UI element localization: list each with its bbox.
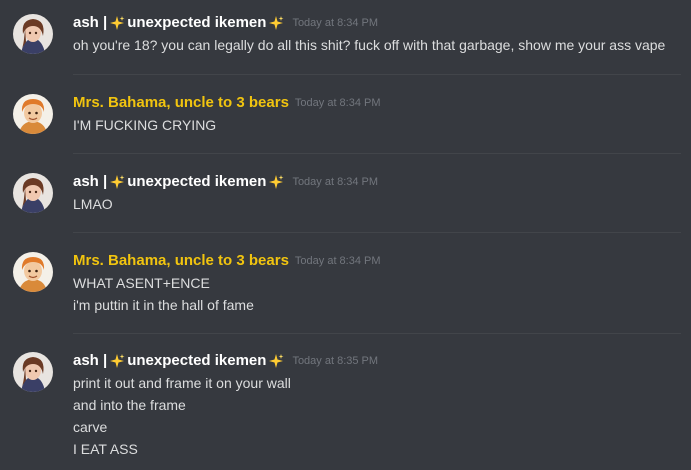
message-divider (73, 333, 681, 334)
ash-avatar[interactable] (13, 14, 53, 54)
message-divider (73, 153, 681, 154)
message-text: oh you're 18? you can legally do all thi… (73, 37, 666, 53)
message-content: I'M FUCKING CRYING (73, 114, 216, 136)
username[interactable]: ash | (73, 13, 107, 33)
username-suffix[interactable]: unexpected ikemen (127, 172, 266, 192)
ash-avatar[interactable] (13, 352, 53, 392)
message-content: print it out and frame it on your wall a… (73, 372, 291, 460)
sparkles-icon (269, 16, 284, 30)
username[interactable]: Mrs. Bahama, uncle to 3 bears (73, 251, 289, 271)
message-header: Mrs. Bahama, uncle to 3 bears Today at 8:… (73, 93, 381, 113)
username[interactable]: ash | (73, 172, 107, 192)
username[interactable]: Mrs. Bahama, uncle to 3 bears (73, 93, 289, 113)
bahama-avatar[interactable] (13, 252, 53, 292)
message-text: i'm puttin it in the hall of fame (73, 297, 254, 313)
timestamp: Today at 8:34 PM (292, 176, 379, 188)
bahama-avatar[interactable] (13, 94, 53, 134)
username-suffix[interactable]: unexpected ikemen (127, 351, 266, 371)
sparkles-icon (110, 354, 125, 368)
timestamp: Today at 8:34 PM (292, 17, 379, 29)
message-content: LMAO (73, 193, 113, 215)
message-text: carve (73, 419, 108, 435)
message-header: ash | unexpected ikemen Today at 8:34 PM (73, 13, 378, 33)
message-content: WHAT ASENT+ENCE i'm puttin it in the hal… (73, 272, 254, 316)
sparkles-icon (269, 175, 284, 189)
message-text: print it out and frame it on your wall (73, 375, 291, 391)
timestamp: Today at 8:34 PM (294, 255, 381, 267)
sparkles-icon (110, 175, 125, 189)
message-divider (73, 74, 681, 75)
message-text: WHAT ASENT+ENCE (73, 275, 210, 291)
username-suffix[interactable]: unexpected ikemen (127, 13, 266, 33)
sparkles-icon (110, 16, 125, 30)
message-content: oh you're 18? you can legally do all thi… (73, 34, 665, 56)
chat-message-list: ash | unexpected ikemen Today at 8:34 PM … (0, 0, 691, 470)
username[interactable]: ash | (73, 351, 107, 371)
message-text: I EAT ASS (73, 441, 138, 457)
message-text: and into the frame (73, 397, 186, 413)
message-header: ash | unexpected ikemen Today at 8:34 PM (73, 172, 378, 192)
message-text: LMAO (73, 196, 113, 212)
message-text: I'M FUCKING CRYING (73, 117, 217, 133)
timestamp: Today at 8:34 PM (294, 97, 381, 109)
message-divider (73, 232, 681, 233)
message-header: Mrs. Bahama, uncle to 3 bears Today at 8:… (73, 251, 381, 271)
sparkles-icon (269, 354, 284, 368)
message-header: ash | unexpected ikemen Today at 8:35 PM (73, 351, 378, 371)
timestamp: Today at 8:35 PM (292, 355, 379, 367)
ash-avatar[interactable] (13, 173, 53, 213)
